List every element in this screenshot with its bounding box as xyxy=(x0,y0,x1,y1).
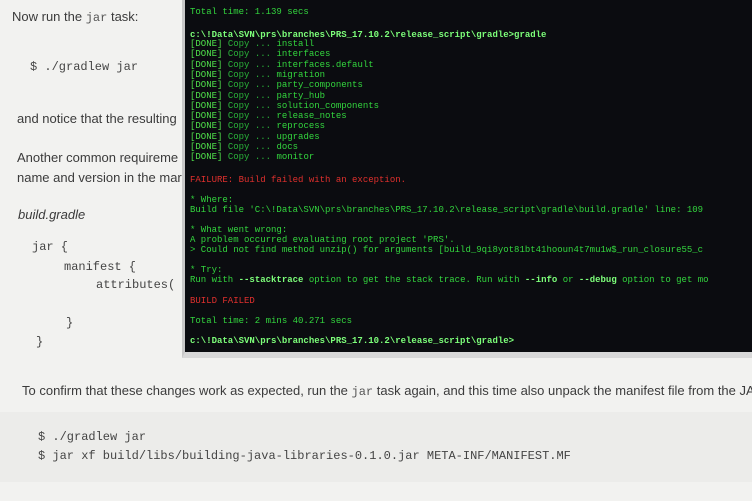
copy-word: Copy ... xyxy=(227,152,272,163)
copy-word: Copy ... xyxy=(227,69,272,80)
done-tag: [DONE] xyxy=(190,49,223,60)
confirm-paragraph: To confirm that these changes work as ex… xyxy=(22,383,752,399)
done-tag: [DONE] xyxy=(190,152,223,163)
terminal-try-heading: * Try: xyxy=(190,265,223,275)
terminal-done-line: [DONE] Copy ... interfaces.default xyxy=(190,60,374,70)
try-pre: Run with xyxy=(190,275,234,285)
copy-word: Copy ... xyxy=(227,59,272,70)
filename-build-gradle: build.gradle xyxy=(18,207,86,222)
code-line-jar: jar { xyxy=(32,240,69,254)
copy-word: Copy ... xyxy=(227,131,272,142)
terminal-try-line: Run with --stacktrace option to get the … xyxy=(190,275,709,285)
intro-text-start: Now run the xyxy=(12,9,83,24)
done-tag: [DONE] xyxy=(190,121,223,132)
copy-word: Copy ... xyxy=(227,142,272,152)
code-line-close-jar: } xyxy=(36,335,44,349)
inline-code-jar-2: jar xyxy=(351,385,374,399)
done-tag: [DONE] xyxy=(190,59,223,70)
try-info: --info xyxy=(524,275,558,285)
copy-target: upgrades xyxy=(276,131,320,142)
terminal-done-line: [DONE] Copy ... migration xyxy=(190,70,325,80)
intro-text: Now run the jar task: xyxy=(12,9,138,25)
terminal-wrong-line2: > Could not find method unzip() for argu… xyxy=(190,245,704,255)
copy-target: party_hub xyxy=(276,90,326,101)
copy-word: Copy ... xyxy=(227,90,272,101)
copy-target: migration xyxy=(276,69,326,80)
try-stacktrace: --stacktrace xyxy=(238,275,304,285)
try-mid: option to get the stack trace. Run with xyxy=(308,275,520,285)
terminal-prompt-final: c:\!Data\SVN\prs\branches\PRS_17.10.2\re… xyxy=(190,336,515,346)
try-debug: --debug xyxy=(578,275,617,285)
copy-target: install xyxy=(276,39,315,49)
paragraph-requirement: Another common requireme xyxy=(17,150,179,165)
copy-word: Copy ... xyxy=(227,111,272,122)
command-jar-xf[interactable]: $ jar xf build/libs/building-java-librar… xyxy=(38,449,571,463)
done-tag: [DONE] xyxy=(190,69,223,80)
try-post: option to get mo xyxy=(622,275,709,285)
terminal-wrong-heading: * What went wrong: xyxy=(190,225,288,235)
confirm-text-end: task again, and this time also unpack th… xyxy=(376,383,752,398)
done-tag: [DONE] xyxy=(190,142,223,152)
confirm-text-start: To confirm that these changes work as ex… xyxy=(22,383,348,398)
inline-code-jar: jar xyxy=(85,11,108,25)
copy-word: Copy ... xyxy=(227,49,272,60)
terminal-done-line: [DONE] Copy ... upgrades xyxy=(190,132,320,142)
copy-word: Copy ... xyxy=(227,121,272,132)
done-tag: [DONE] xyxy=(190,100,223,111)
copy-target: release_notes xyxy=(276,111,347,122)
terminal-done-line: [DONE] Copy ... monitor xyxy=(190,152,314,162)
code-line-attributes: attributes( xyxy=(96,278,176,292)
done-tag: [DONE] xyxy=(190,39,223,49)
copy-target: solution_components xyxy=(276,100,380,111)
code-line-close-manifest: } xyxy=(66,316,74,330)
copy-target: monitor xyxy=(276,152,315,163)
terminal-done-line: [DONE] Copy ... release_notes xyxy=(190,111,347,121)
terminal-failure: FAILURE: Build failed with an exception. xyxy=(190,175,407,185)
copy-word: Copy ... xyxy=(227,39,272,49)
command-code-block xyxy=(0,412,752,482)
terminal-done-line: [DONE] Copy ... party_components xyxy=(190,80,363,90)
done-tag: [DONE] xyxy=(190,90,223,101)
terminal-build-failed: BUILD FAILED xyxy=(190,296,255,306)
command-gradlew-jar-2[interactable]: $ ./gradlew jar xyxy=(38,430,146,444)
terminal-total-time-top: Total time: 1.139 secs xyxy=(190,7,309,17)
copy-word: Copy ... xyxy=(227,80,272,91)
copy-target: docs xyxy=(276,142,299,152)
try-or: or xyxy=(562,275,574,285)
paragraph-name-version: name and version in the mar xyxy=(17,170,182,185)
paragraph-resulting: and notice that the resulting xyxy=(17,111,177,126)
copy-target: reprocess xyxy=(276,121,326,132)
code-line-manifest: manifest { xyxy=(64,260,137,274)
terminal-done-line: [DONE] Copy ... interfaces xyxy=(190,49,330,59)
done-tag: [DONE] xyxy=(190,131,223,142)
terminal-window[interactable]: Total time: 1.139 secs c:\!Data\SVN\prs\… xyxy=(182,0,752,358)
copy-word: Copy ... xyxy=(227,100,272,111)
terminal-done-line: [DONE] Copy ... reprocess xyxy=(190,121,325,131)
copy-target: interfaces.default xyxy=(276,59,374,70)
command-gradlew-jar[interactable]: $ ./gradlew jar xyxy=(30,60,138,74)
copy-target: interfaces xyxy=(276,49,331,60)
terminal-where-heading: * Where: xyxy=(190,195,234,205)
terminal-total-time-bottom: Total time: 2 mins 40.271 secs xyxy=(190,316,353,326)
terminal-done-line: [DONE] Copy ... install xyxy=(190,39,314,49)
done-tag: [DONE] xyxy=(190,111,223,122)
terminal-where-line: Build file 'C:\!Data\SVN\prs\branches\PR… xyxy=(190,205,704,215)
done-tag: [DONE] xyxy=(190,80,223,91)
intro-text-end: task: xyxy=(110,9,139,24)
terminal-done-line: [DONE] Copy ... docs xyxy=(190,142,298,152)
terminal-wrong-line1: A problem occurred evaluating root proje… xyxy=(190,235,455,245)
terminal-done-line: [DONE] Copy ... solution_components xyxy=(190,101,379,111)
copy-target: party_components xyxy=(276,80,363,91)
terminal-done-line: [DONE] Copy ... party_hub xyxy=(190,91,325,101)
